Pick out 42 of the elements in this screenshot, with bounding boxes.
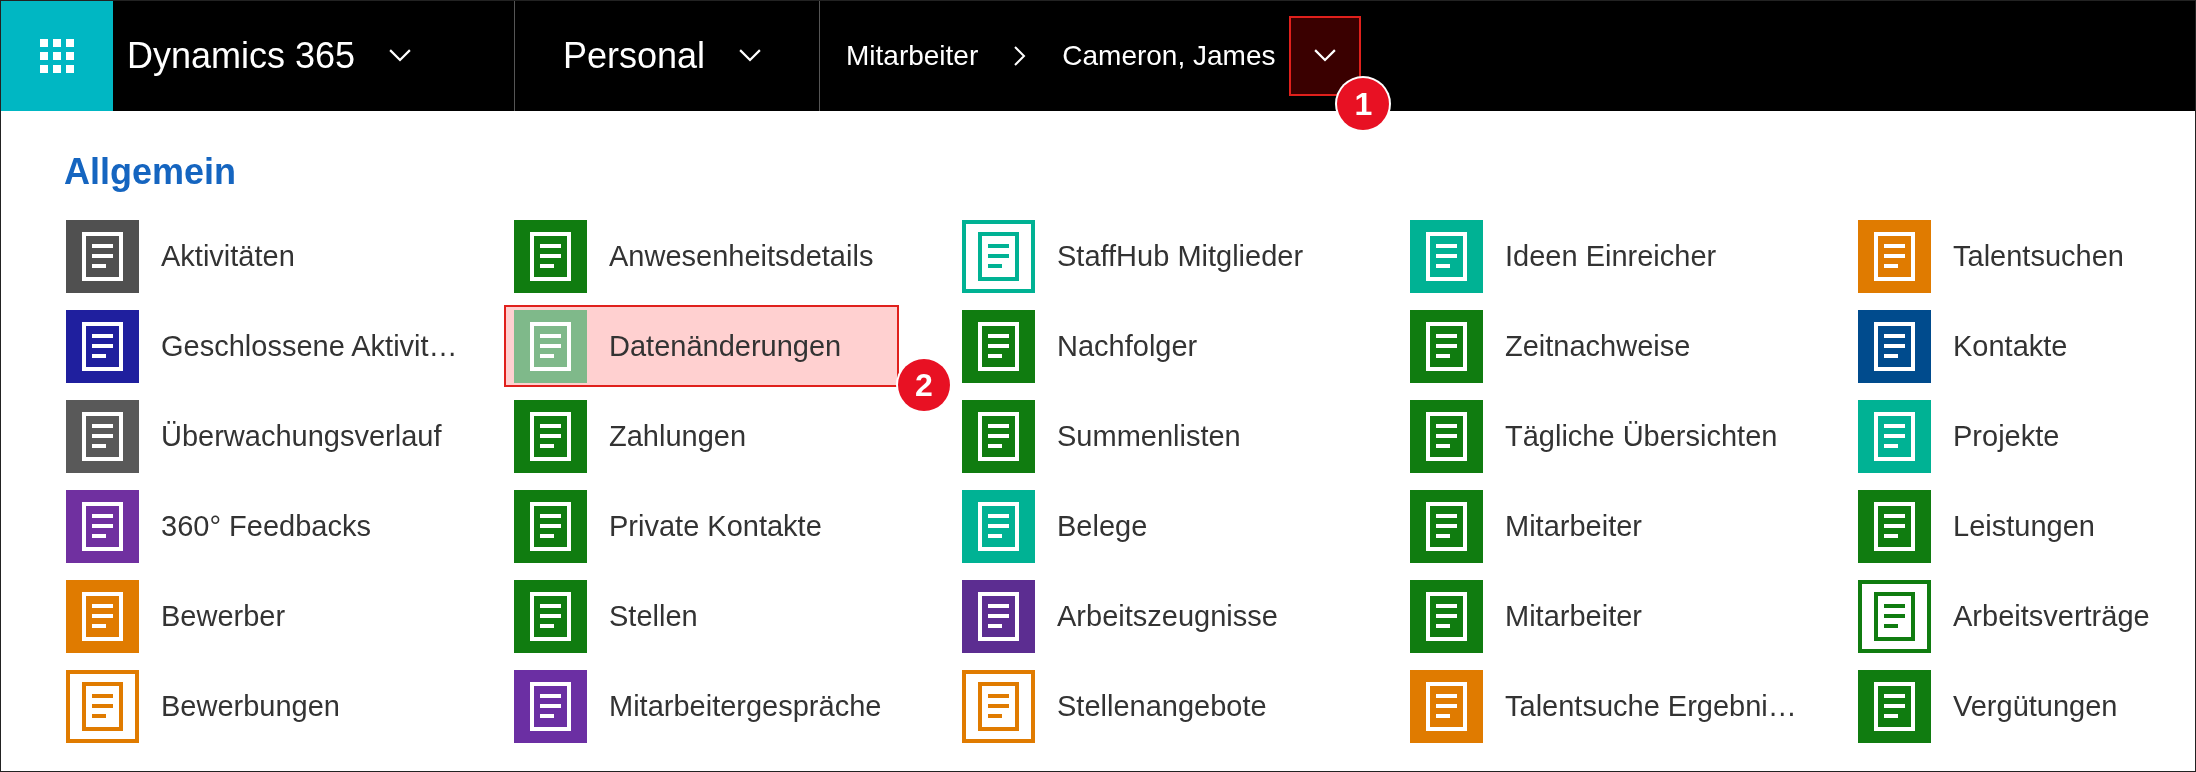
menu-item[interactable]: Mitarbeitergespräche [504,665,892,747]
menu-item[interactable]: Zeitnachweise [1400,305,1701,387]
menu-item[interactable]: 360° Feedbacks [56,485,381,567]
menu-item[interactable]: Stellen [504,575,708,657]
menu-item[interactable]: Projekte [1848,395,2070,477]
menu-item[interactable]: Mitarbeiter [1400,575,1652,657]
menu-item[interactable]: Leistungen [1848,485,2105,567]
menu-item[interactable]: Zahlungen [504,395,757,477]
menu-item[interactable]: Datenänderungen [504,305,900,387]
menu-item[interactable]: Summenlisten [952,395,1251,477]
chevron-right-icon [1014,46,1027,66]
menu-item[interactable]: Geschlossene Aktivit… [56,305,468,387]
breadcrumb-link[interactable]: Mitarbeiter [846,40,979,72]
menu-item[interactable]: Bewerbungen [56,665,350,747]
chevron-down-icon [389,49,412,63]
menu-item[interactable]: Kontakte [1848,305,2078,387]
callout-badge: 1 [1337,78,1390,130]
menu-item[interactable]: Bewerber [56,575,296,657]
waffle-icon [40,39,74,73]
breadcrumb-link[interactable]: Cameron, James [1062,40,1276,72]
module-switcher[interactable]: Personal [563,35,762,77]
app-switcher[interactable]: Dynamics 365 [127,35,412,77]
chevron-down-icon [739,49,762,63]
menu-item[interactable]: Talentsuche Ergebni… [1400,665,1807,747]
menu-item[interactable]: Nachfolger [952,305,1208,387]
section-title: Allgemein [64,152,238,192]
menu-item[interactable]: StaffHub Mitglieder [952,215,1314,297]
menu-item[interactable]: Überwachungsverlauf [56,395,452,477]
menu-item[interactable]: Vergütungen [1848,665,2128,747]
menu-item[interactable]: Arbeitszeugnisse [952,575,1288,657]
menu-item[interactable]: Stellenangebote [952,665,1277,747]
menu-item[interactable]: Anwesenheitsdetails [504,215,884,297]
menu-item[interactable]: Talentsuchen [1848,215,2134,297]
menu-item[interactable]: Belege [952,485,1158,567]
menu-item[interactable]: Mitarbeiter [1400,485,1652,567]
chevron-down-icon [1314,49,1337,63]
menu-item[interactable]: Tägliche Übersichten [1400,395,1788,477]
callout-badge: 2 [898,359,950,411]
menu-item[interactable]: Arbeitsverträge [1848,575,2160,657]
menu-item[interactable]: Aktivitäten [56,215,305,297]
menu-item[interactable]: Private Kontakte [504,485,832,567]
menu-item[interactable]: Ideen Einreicher [1400,215,1727,297]
